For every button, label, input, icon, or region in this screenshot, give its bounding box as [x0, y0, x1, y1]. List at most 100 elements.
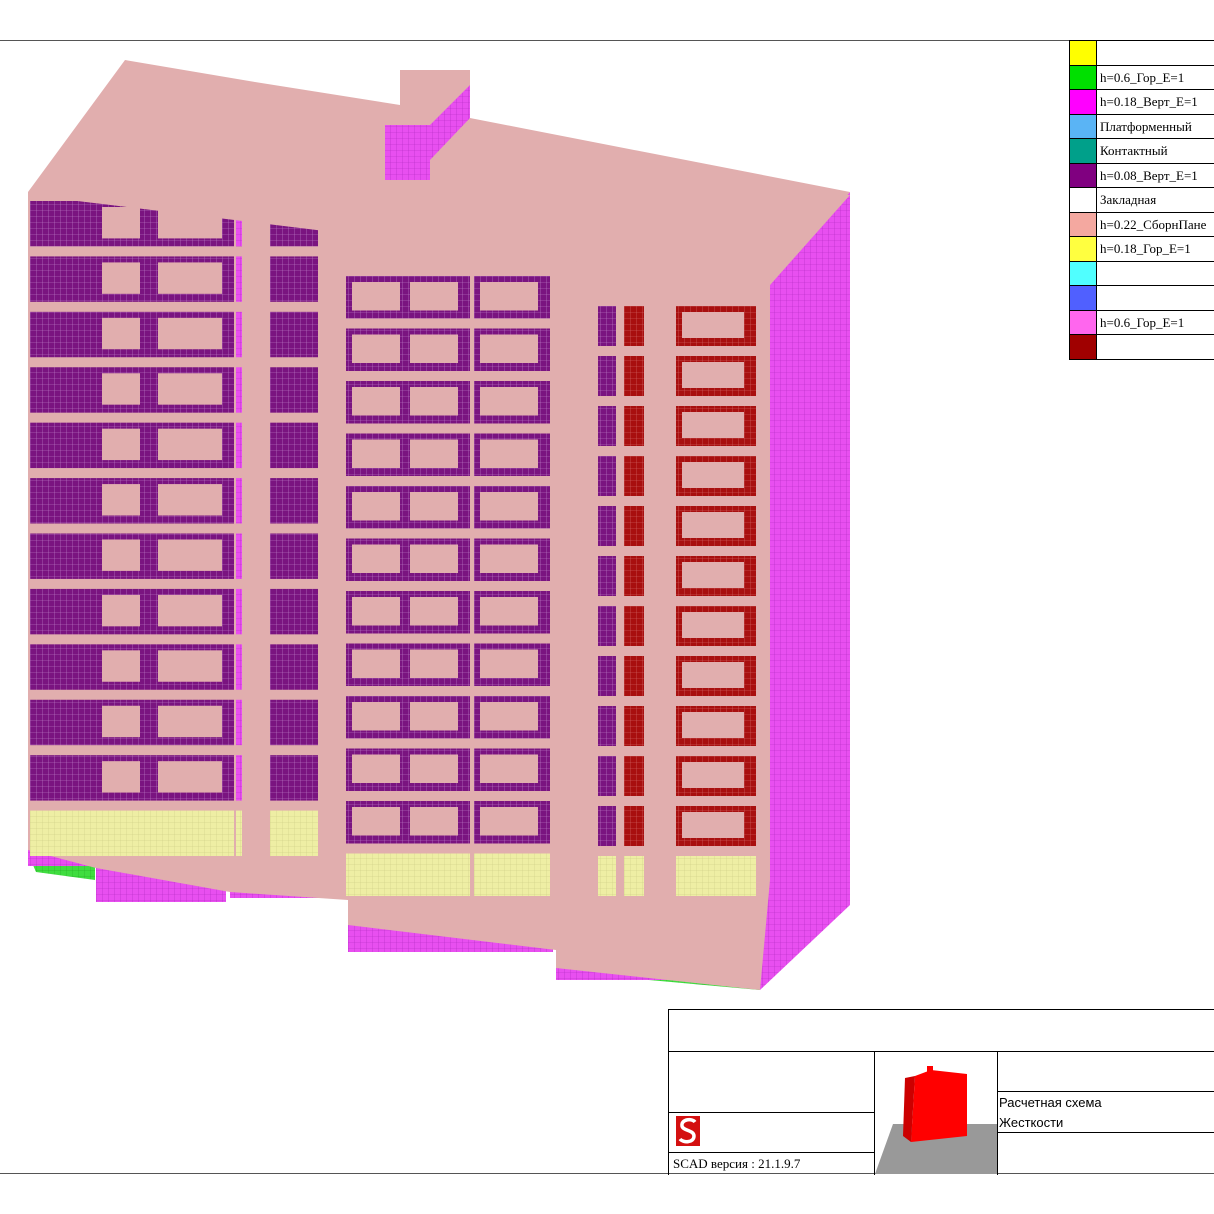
- wall-panel: [598, 806, 616, 846]
- window-opening: [682, 762, 744, 788]
- legend-label: [1097, 286, 1100, 310]
- elevator-shaft: [385, 125, 430, 180]
- wall-panel: [598, 506, 616, 546]
- wall-panel: [30, 311, 96, 358]
- wall-panel: [30, 588, 96, 635]
- model-thumbnail: [875, 1066, 997, 1174]
- legend-swatch: [1070, 212, 1097, 236]
- legend-row: [1070, 261, 1214, 286]
- window-opening: [682, 512, 744, 538]
- legend-row: h=0.08_Верт_E=1: [1070, 163, 1214, 188]
- wall-panel: [30, 422, 96, 469]
- wall-panel: [270, 644, 318, 690]
- wall-panel: [624, 656, 644, 696]
- wall-panel: [598, 706, 616, 746]
- window-opening: [352, 544, 400, 573]
- wall-panel: [270, 311, 318, 358]
- window-opening: [410, 807, 458, 836]
- wall-panel: [598, 356, 616, 396]
- basement-panel: [270, 810, 318, 856]
- window-opening: [682, 562, 744, 588]
- wall-panel: [30, 367, 96, 413]
- window-opening: [102, 373, 140, 405]
- legend-label: [1097, 335, 1100, 359]
- window-opening: [682, 362, 744, 388]
- window-opening: [352, 282, 400, 311]
- basement-panel: [474, 853, 550, 896]
- window-opening: [480, 649, 538, 678]
- legend-label: Контактный: [1100, 143, 1168, 158]
- legend-swatch: [1070, 237, 1097, 261]
- window-opening: [102, 761, 140, 793]
- wall-panel: [624, 756, 644, 796]
- wall-panel: [30, 478, 96, 524]
- legend-row: [1070, 41, 1214, 66]
- legend-label: Платформенный: [1100, 118, 1192, 134]
- legend-label: [1097, 262, 1100, 286]
- window-opening: [352, 649, 400, 678]
- window-opening: [158, 373, 222, 405]
- legend-label: h=0.6_Гор_E=1: [1100, 314, 1185, 330]
- wall-panel: [598, 756, 616, 796]
- window-opening: [102, 428, 140, 461]
- window-opening: [682, 412, 744, 438]
- legend-swatch: [1070, 139, 1097, 163]
- legend-label: Закладная: [1100, 192, 1157, 207]
- window-opening: [102, 207, 140, 239]
- wall-panel: [236, 588, 242, 635]
- window-opening: [410, 282, 458, 311]
- wall-panel: [624, 506, 644, 546]
- wall-panel: [236, 422, 242, 469]
- legend-row: [1070, 286, 1214, 311]
- window-opening: [410, 492, 458, 521]
- wall-panel: [270, 478, 318, 524]
- window-opening: [480, 597, 538, 626]
- window-opening: [158, 705, 222, 738]
- window-opening: [682, 812, 744, 838]
- legend-swatch: [1070, 163, 1097, 187]
- wall-panel: [598, 606, 616, 646]
- wall-panel: [624, 706, 644, 746]
- legend-label: h=0.6_Гор_E=1: [1100, 69, 1185, 85]
- window-opening: [158, 650, 222, 682]
- window-opening: [352, 807, 400, 836]
- window-opening: [410, 597, 458, 626]
- window-opening: [158, 484, 222, 516]
- basement-panel: [598, 856, 616, 896]
- wall-panel: [270, 533, 318, 579]
- legend-row: h=0.22_СборнПане: [1070, 212, 1214, 237]
- window-opening: [480, 492, 538, 521]
- window-opening: [410, 702, 458, 731]
- window-opening: [410, 544, 458, 573]
- legend-row: Контактный: [1070, 139, 1214, 164]
- window-opening: [410, 387, 458, 416]
- wall-panel: [624, 806, 644, 846]
- basement-panel: [676, 856, 756, 896]
- window-opening: [158, 262, 222, 294]
- wall-panel: [270, 422, 318, 469]
- basement-panel: [152, 810, 234, 856]
- wall-panel: [624, 406, 644, 446]
- legend-swatch: [1070, 65, 1097, 89]
- window-opening: [682, 662, 744, 688]
- wall-panel: [270, 755, 318, 801]
- window-opening: [480, 702, 538, 731]
- legend-row: h=0.6_Гор_E=1: [1070, 65, 1214, 90]
- wall-panel: [624, 456, 644, 496]
- wall-panel: [624, 356, 644, 396]
- window-opening: [352, 754, 400, 783]
- wall-panel: [30, 256, 96, 302]
- building-model-view[interactable]: [0, 0, 1214, 1000]
- basement-panel: [30, 810, 96, 856]
- wall-panel: [30, 644, 96, 690]
- wall-panel: [236, 699, 242, 746]
- window-opening: [352, 334, 400, 363]
- wall-panel: [598, 656, 616, 696]
- wall-panel: [598, 406, 616, 446]
- wall-panel: [236, 644, 242, 690]
- wall-panel: [30, 699, 96, 746]
- window-opening: [102, 317, 140, 350]
- window-opening: [158, 317, 222, 350]
- window-opening: [480, 439, 538, 468]
- legend-swatch: [1070, 188, 1097, 212]
